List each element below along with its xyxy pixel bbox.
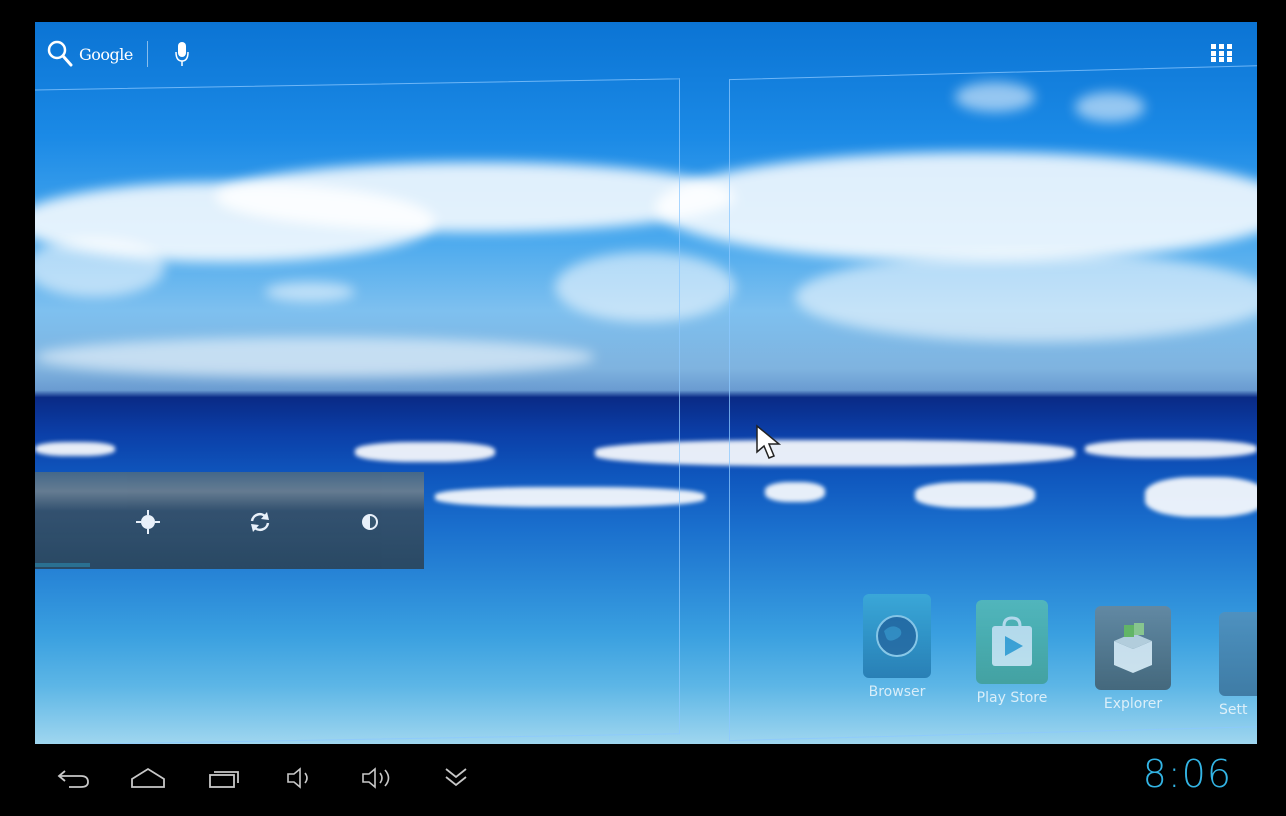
- play-bag-glyph: [992, 616, 1032, 666]
- app-label-browser: Browser: [868, 684, 926, 700]
- status-clock[interactable]: 8:06: [1143, 752, 1232, 796]
- home-button[interactable]: [128, 762, 168, 794]
- app-shortcut-play-store[interactable]: Play Store: [969, 600, 1055, 706]
- back-icon: [57, 770, 89, 788]
- sync-icon: [250, 512, 270, 532]
- recent-apps-button[interactable]: [204, 762, 244, 794]
- home-icon: [131, 767, 165, 788]
- mouse-cursor-icon: [756, 424, 782, 459]
- google-search-bar[interactable]: Google: [47, 36, 190, 72]
- google-search-label[interactable]: Google: [79, 45, 133, 64]
- all-apps-icon[interactable]: [1211, 44, 1233, 62]
- brightness-icon: [362, 514, 378, 530]
- app-label-settings: Sett: [1219, 702, 1248, 718]
- play-store-icon: [976, 600, 1048, 684]
- browser-globe-icon: [863, 594, 931, 678]
- volume-up-button[interactable]: [360, 762, 400, 794]
- gps-icon: [136, 510, 160, 534]
- volume-down-icon: [287, 767, 308, 789]
- gps-toggle-button[interactable]: [93, 492, 203, 552]
- back-button[interactable]: [54, 762, 94, 794]
- app-shortcut-browser[interactable]: Browser: [857, 594, 937, 700]
- recent-apps-icon: [209, 771, 239, 788]
- app-label-play-store: Play Store: [976, 690, 1048, 706]
- volume-down-button[interactable]: [282, 762, 322, 794]
- app-shortcut-explorer[interactable]: Explorer: [1091, 606, 1175, 712]
- system-navigation-bar: 8:06: [0, 744, 1286, 816]
- volume-up-icon: [362, 767, 390, 789]
- explorer-box-icon: [1095, 606, 1171, 690]
- search-divider: [146, 41, 148, 67]
- sync-toggle-button[interactable]: [205, 492, 315, 552]
- widget-indicator-line: [35, 563, 90, 567]
- settings-icon: [1219, 612, 1257, 696]
- globe-glyph: [876, 615, 918, 657]
- box-glyph: [1114, 623, 1152, 673]
- notifications-pull-down-button[interactable]: [436, 762, 476, 794]
- app-label-explorer: Explorer: [1103, 696, 1163, 712]
- home-screen[interactable]: Google Browser Play Store Explorer Sett: [35, 22, 1257, 744]
- app-shortcut-settings[interactable]: Sett: [1219, 612, 1257, 718]
- mic-icon[interactable]: [174, 40, 190, 68]
- brightness-toggle-button[interactable]: [315, 492, 425, 552]
- power-control-widget: [35, 472, 424, 569]
- search-icon[interactable]: [47, 40, 73, 68]
- workspace-panel-left: [35, 78, 680, 744]
- notifications-down-icon: [445, 768, 467, 787]
